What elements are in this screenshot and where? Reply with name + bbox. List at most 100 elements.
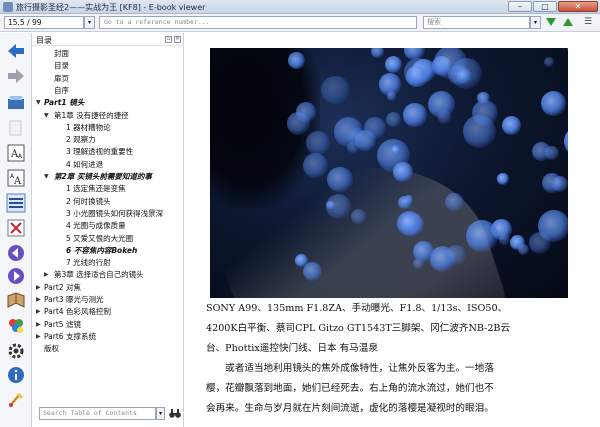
toc-item[interactable]: 目录 bbox=[54, 60, 69, 72]
body-line: 樱，花瓣飘落到地面，她们已经死去。右上角的流水流过，她们也不 bbox=[206, 383, 494, 394]
bokeh-light bbox=[465, 219, 498, 252]
toc-header: 目录 ▫ ✕ bbox=[32, 33, 184, 46]
bokeh-light bbox=[531, 141, 551, 162]
body-line: 或者适当地利用镜头的焦外成像特性，让焦外反客为主。一地落 bbox=[206, 363, 494, 374]
toc-search-dropdown-icon[interactable]: ▾ bbox=[156, 407, 165, 420]
bokeh-light bbox=[446, 245, 466, 265]
toc-item[interactable]: 4 如何进退 bbox=[66, 159, 103, 171]
bokeh-light bbox=[385, 111, 401, 127]
toc-item[interactable]: 4 光圈与成像质量 bbox=[66, 220, 126, 232]
toc-item[interactable]: 7 光线的行射 bbox=[66, 257, 111, 269]
toc-item[interactable]: 2 何时换镜头 bbox=[66, 196, 111, 208]
preferences-icon[interactable] bbox=[6, 341, 26, 361]
toc-expand-icon[interactable]: ▶ bbox=[36, 331, 41, 343]
next-page-icon[interactable] bbox=[6, 266, 26, 286]
bokeh-light bbox=[529, 231, 552, 254]
bokeh-light bbox=[498, 233, 510, 246]
toc-expand-icon[interactable]: ▶ bbox=[36, 306, 41, 318]
bokeh-light bbox=[397, 210, 423, 236]
bookmark-icon[interactable] bbox=[6, 291, 26, 311]
toc-item[interactable]: Part2 对焦 bbox=[44, 282, 81, 294]
photo-caption: SONY A99、135mm F1.8ZA、手动曝光、F1.8、1/13s、IS… bbox=[206, 299, 578, 359]
search-dropdown-icon[interactable]: ▾ bbox=[530, 16, 541, 29]
library-icon[interactable] bbox=[6, 93, 26, 113]
fullscreen-icon[interactable] bbox=[6, 218, 26, 238]
reading-pane: SONY A99、135mm F1.8ZA、手动曝光、F1.8、1/13s、IS… bbox=[184, 33, 600, 427]
triangle-up-icon[interactable] bbox=[563, 18, 573, 26]
search-input[interactable]: 搜索 bbox=[423, 16, 530, 29]
bokeh-light bbox=[403, 57, 433, 87]
ebook-viewer-window: 旅行摄影圣经2——实战为王 [KF8] - E-book viewer – □ … bbox=[0, 0, 600, 427]
page-spin-icon[interactable]: ▾ bbox=[84, 16, 95, 29]
toc-item[interactable]: 2 观察力 bbox=[66, 134, 96, 146]
bokeh-light bbox=[501, 115, 522, 136]
minimize-button[interactable]: – bbox=[508, 1, 532, 12]
toc-expand-icon[interactable]: ▼ bbox=[36, 97, 41, 109]
toc-expand-icon[interactable]: ▶ bbox=[36, 282, 41, 294]
toc-expand-icon[interactable]: ▶ bbox=[36, 294, 41, 306]
toc-item[interactable]: 1 器材糟物论 bbox=[66, 122, 111, 134]
bokeh-light bbox=[320, 75, 350, 105]
bokeh-light bbox=[540, 90, 567, 117]
toc-item[interactable]: 封面 bbox=[54, 48, 69, 60]
triangle-down-icon[interactable] bbox=[546, 18, 556, 26]
maximize-button[interactable]: □ bbox=[533, 1, 557, 12]
toc-close-icon[interactable]: ✕ bbox=[174, 36, 181, 43]
toc-item[interactable]: Part6 支撑系统 bbox=[44, 331, 96, 343]
toc-item[interactable]: 第1章 没有捷径的捷径 bbox=[54, 110, 129, 122]
bokeh-light bbox=[386, 90, 397, 101]
toc-expand-icon[interactable]: ▼ bbox=[44, 171, 49, 183]
toc-item[interactable]: 6 不容焦内容Bokeh bbox=[66, 245, 137, 257]
forward-arrow-icon[interactable] bbox=[6, 66, 26, 86]
toc-expand-icon[interactable]: ▶ bbox=[36, 319, 41, 331]
reference-input[interactable]: Go to a reference number... bbox=[99, 16, 417, 29]
title-bar: 旅行摄影圣经2——实战为王 [KF8] - E-book viewer – □ … bbox=[0, 0, 600, 14]
toc-item[interactable]: 扉页 bbox=[54, 73, 69, 85]
window-controls: – □ ✕ bbox=[508, 1, 598, 12]
copy-icon[interactable] bbox=[6, 118, 26, 138]
previous-page-icon[interactable] bbox=[6, 243, 26, 263]
toc-expand-icon[interactable]: ▶ bbox=[44, 269, 49, 281]
bokeh-light bbox=[455, 68, 471, 84]
back-arrow-icon[interactable] bbox=[6, 41, 26, 61]
page-position-input[interactable]: 15.5 / 99 bbox=[4, 16, 84, 29]
toc-item[interactable]: Part3 曝光与测光 bbox=[44, 294, 103, 306]
font-smaller-icon[interactable]: AA bbox=[6, 168, 26, 188]
bokeh-light bbox=[371, 48, 385, 58]
theme-icon[interactable] bbox=[6, 316, 26, 336]
bokeh-light bbox=[398, 195, 412, 210]
toc-expand-icon[interactable]: ▼ bbox=[44, 110, 49, 122]
toc-item[interactable]: Part1 镜头 bbox=[44, 97, 84, 109]
close-button[interactable]: ✕ bbox=[558, 1, 598, 12]
app-icon bbox=[3, 2, 13, 12]
bokeh-light bbox=[462, 114, 496, 148]
caption-line: 台、Phottix遥控快门线、日本 有马温泉 bbox=[206, 343, 378, 354]
toc-item[interactable]: 第2章 买镜头前需要知道的事 bbox=[54, 171, 152, 183]
bokeh-light bbox=[288, 51, 305, 69]
info-icon[interactable] bbox=[6, 365, 26, 385]
print-icon[interactable] bbox=[6, 390, 26, 410]
toc-item[interactable]: 5 又爱又恨的大光圈 bbox=[66, 233, 133, 245]
toc-search-input[interactable]: Search Table of Contents bbox=[39, 407, 156, 420]
toc-title: 目录 bbox=[36, 36, 52, 45]
font-larger-icon[interactable]: AA bbox=[6, 143, 26, 163]
toc-item[interactable]: 第3章 选择适合自己的镜头 bbox=[54, 269, 144, 281]
toc-icon[interactable] bbox=[6, 193, 26, 213]
toc-item[interactable]: 自序 bbox=[54, 85, 69, 97]
toc-item[interactable]: 3 小光圈镜头如何获得浅景深 bbox=[66, 208, 163, 220]
caption-line: SONY A99、135mm F1.8ZA、手动曝光、F1.8、1/13s、IS… bbox=[206, 303, 508, 314]
hamburger-icon[interactable]: ☰ bbox=[581, 17, 595, 28]
toc-item[interactable]: 版权 bbox=[44, 343, 59, 355]
toc-item[interactable]: Part5 滤镜 bbox=[44, 319, 81, 331]
toc-item[interactable]: 3 理解透视的重要性 bbox=[66, 146, 133, 158]
toc-item[interactable]: 1 选定焦还是变焦 bbox=[66, 183, 126, 195]
bokeh-light bbox=[305, 130, 331, 155]
bokeh-light bbox=[497, 173, 509, 185]
binoculars-icon[interactable] bbox=[169, 408, 181, 419]
bokeh-light bbox=[564, 125, 568, 157]
body-paragraph: 或者适当地利用镜头的焦外成像特性，让焦外反客为主。一地落 樱，花瓣飘落到地面，她… bbox=[206, 359, 578, 419]
toc-float-icon[interactable]: ▫ bbox=[165, 36, 172, 43]
window-title: 旅行摄影圣经2——实战为王 [KF8] - E-book viewer bbox=[16, 3, 206, 12]
toc-item[interactable]: Part4 色彩风格控制 bbox=[44, 306, 111, 318]
bokeh-light bbox=[552, 175, 568, 192]
